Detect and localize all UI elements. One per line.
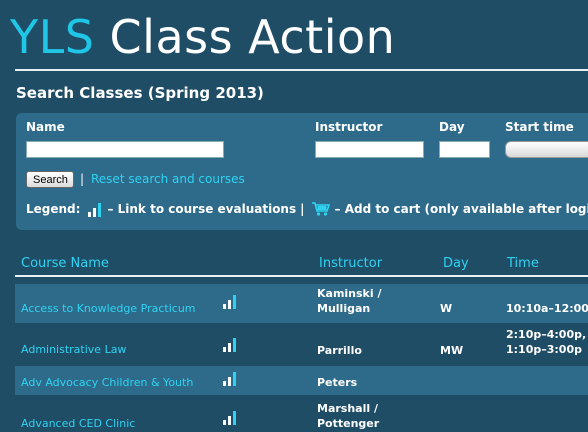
site-title-accent: YLS	[10, 10, 95, 64]
bar-chart-icon[interactable]	[223, 336, 236, 352]
name-input[interactable]	[26, 141, 224, 158]
course-name-link[interactable]: Adv Advocacy Children & Youth	[21, 375, 193, 390]
time-value: 2:10p–4:00p,	[506, 328, 587, 341]
bar-chart-icon[interactable]	[223, 293, 236, 309]
instructor-line: Kaminski /	[317, 287, 382, 300]
legend: Legend: – Link to course evaluations | –…	[26, 199, 588, 219]
start-time-label: Start time	[505, 120, 574, 134]
reset-search-link[interactable]: Reset search and courses	[91, 172, 245, 186]
day-label: Day	[439, 120, 465, 134]
instructor-input[interactable]	[315, 141, 424, 158]
site-title: YLS Class Action	[10, 6, 395, 68]
search-panel: Name Instructor Day Start time Search | …	[16, 113, 588, 230]
table-row: Administrative Law Parrillo MW 2:10p–4:0…	[15, 324, 588, 363]
instructor-line: Marshall /	[317, 402, 378, 415]
table-row: Adv Advocacy Children & Youth Peters	[15, 366, 588, 395]
legend-separator: |	[300, 202, 305, 216]
instructor-line: Parrillo	[317, 344, 362, 357]
legend-cart-text: – Add to cart (only available after logi…	[334, 202, 588, 216]
bar-chart-icon	[88, 201, 102, 217]
title-divider	[15, 69, 588, 71]
instructor-label: Instructor	[315, 120, 383, 134]
column-instructor[interactable]: Instructor	[319, 256, 382, 271]
start-time-select[interactable]	[505, 141, 588, 158]
instructor-line: Pottenger	[317, 417, 380, 430]
day-value: MW	[440, 344, 464, 357]
bar-chart-icon[interactable]	[223, 409, 236, 425]
day-value: W	[440, 302, 453, 315]
column-day[interactable]: Day	[443, 256, 469, 271]
table-row: Advanced CED Clinic Marshall / Pottenger	[15, 397, 588, 432]
time-value: 1:10p–3:00p	[506, 343, 582, 356]
column-course-name[interactable]: Course Name	[21, 256, 109, 271]
instructor-line: Mulligan	[317, 302, 371, 315]
search-button[interactable]: Search	[26, 171, 74, 188]
page-title: Search Classes (Spring 2013)	[16, 84, 264, 102]
course-name-link[interactable]: Access to Knowledge Practicum	[21, 301, 196, 316]
instructor-line: Peters	[317, 376, 358, 389]
shopping-cart-icon	[311, 202, 330, 216]
header-divider	[15, 275, 588, 277]
site-title-rest: Class Action	[94, 10, 396, 64]
bar-chart-icon[interactable]	[223, 370, 236, 386]
table-row: Access to Knowledge Practicum Kaminski /…	[15, 284, 588, 323]
name-label: Name	[26, 120, 65, 134]
time-value: 10:10a–12:00	[506, 302, 588, 315]
course-name-link[interactable]: Advanced CED Clinic	[21, 416, 135, 431]
course-name-link[interactable]: Administrative Law	[21, 342, 126, 357]
day-input[interactable]	[439, 141, 490, 158]
separator: |	[80, 172, 85, 186]
legend-label: Legend:	[26, 202, 81, 216]
column-time[interactable]: Time	[507, 256, 539, 271]
legend-evaluations-text: – Link to course evaluations	[107, 202, 297, 216]
